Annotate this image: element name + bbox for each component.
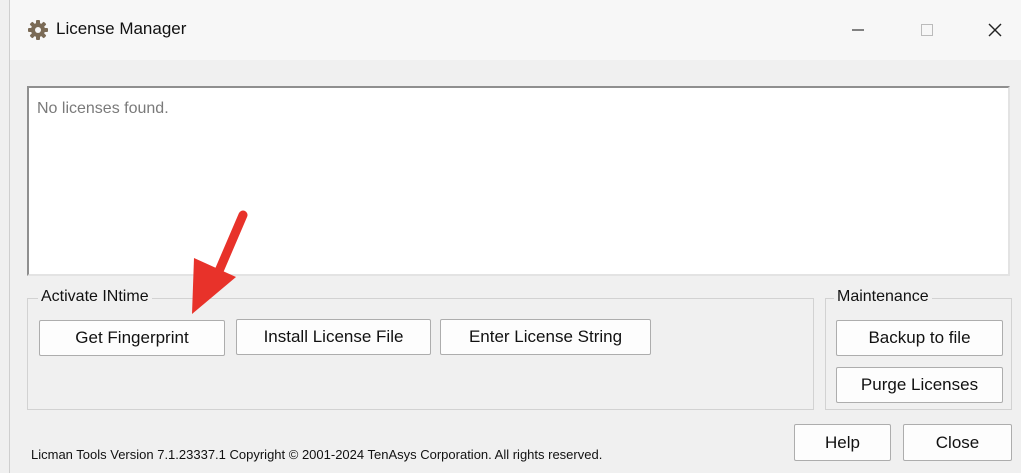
- help-button[interactable]: Help: [794, 424, 891, 461]
- title-bar[interactable]: License Manager: [10, 0, 1021, 60]
- close-window-button[interactable]: [968, 6, 1021, 54]
- license-manager-window: License Manager No licenses found. Activ…: [9, 0, 1021, 473]
- purge-licenses-button[interactable]: Purge Licenses: [836, 367, 1003, 403]
- version-copyright-text: Licman Tools Version 7.1.23337.1 Copyrig…: [31, 447, 603, 462]
- window-title: License Manager: [56, 19, 187, 38]
- close-button[interactable]: Close: [903, 424, 1012, 461]
- close-icon: [988, 23, 1002, 37]
- enter-license-string-button[interactable]: Enter License String: [440, 319, 651, 355]
- get-fingerprint-button[interactable]: Get Fingerprint: [39, 320, 225, 356]
- install-license-file-button[interactable]: Install License File: [236, 319, 431, 355]
- maintenance-group: Maintenance Backup to file Purge License…: [825, 288, 1012, 410]
- maximize-button[interactable]: [900, 6, 954, 54]
- activate-group-label: Activate INtime: [38, 288, 152, 306]
- minimize-icon: [852, 29, 864, 31]
- activate-group: Activate INtime Get Fingerprint Install …: [27, 288, 814, 410]
- minimize-button[interactable]: [831, 6, 885, 54]
- license-list[interactable]: No licenses found.: [27, 86, 1010, 276]
- empty-list-message: No licenses found.: [37, 100, 169, 117]
- maintenance-group-label: Maintenance: [834, 288, 932, 306]
- maximize-icon: [921, 24, 933, 36]
- backup-to-file-button[interactable]: Backup to file: [836, 320, 1003, 356]
- gear-icon: [27, 19, 49, 41]
